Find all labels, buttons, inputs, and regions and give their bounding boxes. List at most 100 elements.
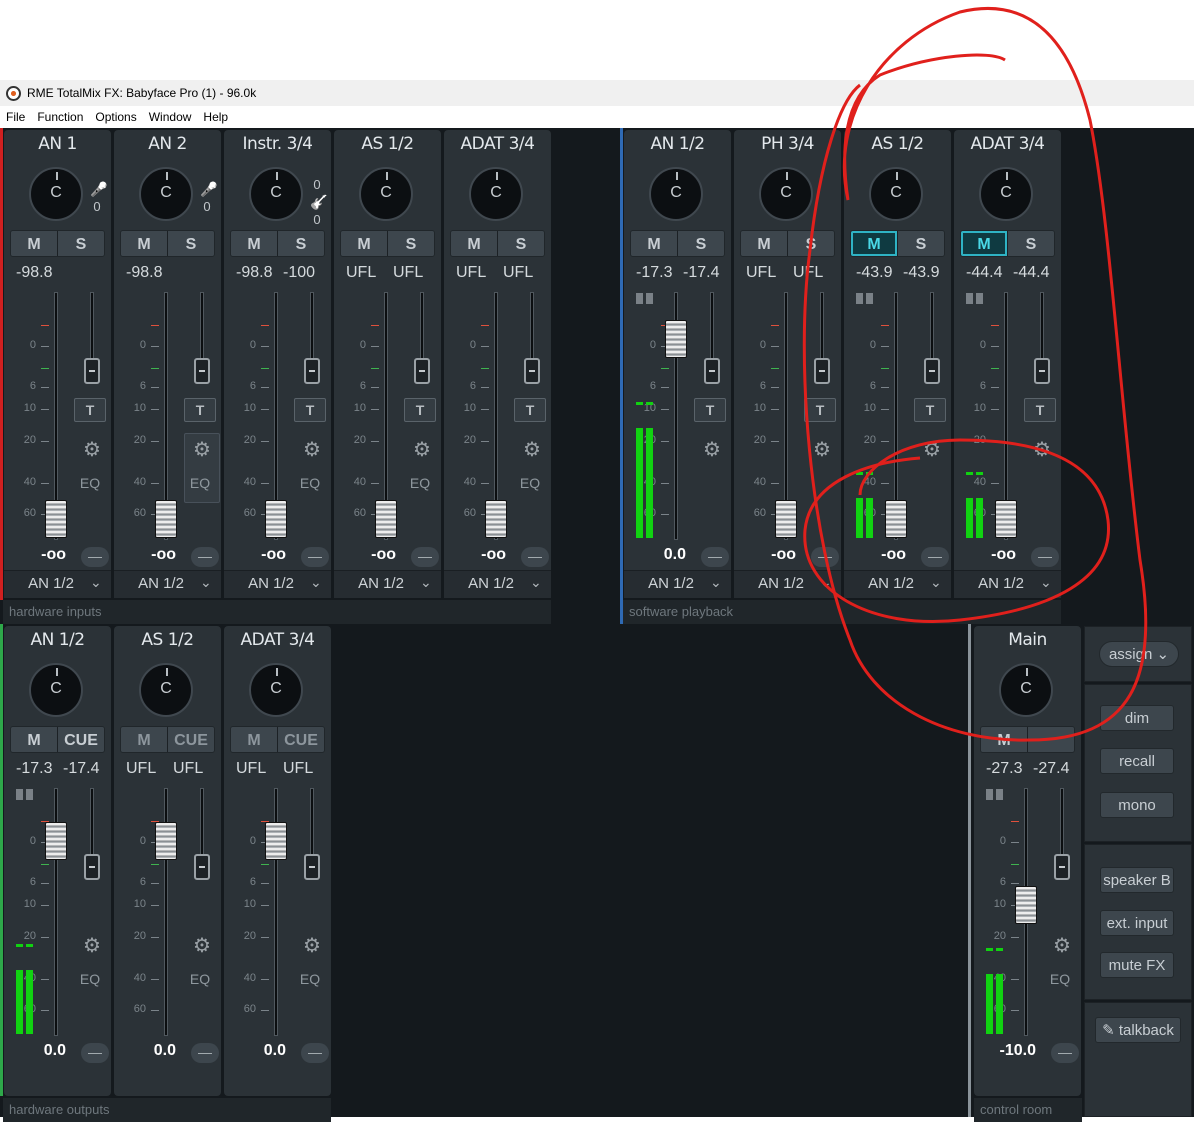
channel-source-indicator[interactable]: 🎤 0 xyxy=(200,178,217,213)
trim-fader-handle[interactable] xyxy=(1034,358,1050,384)
fx-send-toggle-button[interactable]: T xyxy=(184,398,216,422)
gear-icon[interactable]: ⚙ xyxy=(412,437,432,462)
volume-fader-handle[interactable] xyxy=(265,500,287,538)
channel-name[interactable]: AN 1 xyxy=(4,134,111,154)
channel-options-button[interactable]: — xyxy=(811,547,839,567)
channel-name[interactable]: AN 1/2 xyxy=(624,134,731,154)
mute-button[interactable]: M xyxy=(451,231,498,256)
mute-button[interactable]: M xyxy=(121,727,168,752)
channel-options-button[interactable]: — xyxy=(411,547,439,567)
solo-button[interactable]: S xyxy=(678,231,724,256)
channel-name[interactable]: AN 2 xyxy=(114,134,221,154)
cue-button[interactable]: CUE xyxy=(58,727,104,752)
channel-source-indicator[interactable]: 🎤 0 xyxy=(90,178,107,213)
volume-fader-handle[interactable] xyxy=(665,320,687,358)
gear-icon[interactable]: ⚙ xyxy=(192,933,212,958)
mute-button[interactable]: M xyxy=(851,231,898,256)
channel-options-button[interactable]: — xyxy=(701,547,729,567)
solo-button[interactable]: S xyxy=(498,231,544,256)
menu-function[interactable]: Function xyxy=(31,110,89,124)
eq-button[interactable]: EQ xyxy=(74,971,106,987)
channel-options-button[interactable]: — xyxy=(191,547,219,567)
solo-button[interactable]: S xyxy=(898,231,944,256)
pan-knob[interactable]: C xyxy=(139,663,193,717)
trim-fader-handle[interactable] xyxy=(924,358,940,384)
mute-button[interactable]: M xyxy=(11,727,58,752)
solo-button[interactable]: S xyxy=(278,231,324,256)
gear-icon[interactable]: ⚙ xyxy=(82,437,102,462)
volume-fader-handle[interactable] xyxy=(45,822,67,860)
routing-selector[interactable]: AN 1/2 ⌄ xyxy=(444,570,551,598)
volume-fader-handle[interactable] xyxy=(265,822,287,860)
volume-fader-handle[interactable] xyxy=(775,500,797,538)
talkback-button[interactable]: ✎ talkback xyxy=(1095,1017,1181,1043)
eq-button[interactable]: EQ xyxy=(294,475,326,491)
channel-options-button[interactable]: — xyxy=(301,1043,329,1063)
volume-fader-handle[interactable] xyxy=(155,500,177,538)
volume-fader-handle[interactable] xyxy=(995,500,1017,538)
routing-selector[interactable]: AN 1/2 ⌄ xyxy=(4,570,111,598)
trim-fader-handle[interactable] xyxy=(194,358,210,384)
mute-button[interactable]: M xyxy=(341,231,388,256)
menu-window[interactable]: Window xyxy=(143,110,198,124)
gear-icon[interactable]: ⚙ xyxy=(812,437,832,462)
gear-icon[interactable]: ⚙ xyxy=(522,437,542,462)
ext-input-button[interactable]: ext. input xyxy=(1100,910,1174,936)
fx-send-toggle-button[interactable]: T xyxy=(804,398,836,422)
channel-options-button[interactable]: — xyxy=(301,547,329,567)
eq-button[interactable]: EQ xyxy=(184,475,216,491)
channel-options-button[interactable]: — xyxy=(1031,547,1059,567)
routing-selector[interactable]: AN 1/2 ⌄ xyxy=(954,570,1061,598)
gear-icon[interactable]: ⚙ xyxy=(702,437,722,462)
trim-fader-handle[interactable] xyxy=(704,358,720,384)
mute-button[interactable]: M xyxy=(981,727,1028,752)
pan-knob[interactable]: C xyxy=(759,167,813,221)
channel-name[interactable]: Main xyxy=(974,630,1081,650)
trim-fader-handle[interactable] xyxy=(1054,854,1070,880)
pan-knob[interactable]: C xyxy=(999,663,1053,717)
channel-name[interactable]: ADAT 3/4 xyxy=(224,630,331,650)
trim-fader-handle[interactable] xyxy=(194,854,210,880)
volume-fader-handle[interactable] xyxy=(885,500,907,538)
trim-fader-handle[interactable] xyxy=(84,358,100,384)
volume-fader-handle[interactable] xyxy=(375,500,397,538)
fx-send-toggle-button[interactable]: T xyxy=(294,398,326,422)
fx-send-toggle-button[interactable]: T xyxy=(694,398,726,422)
routing-selector[interactable]: AN 1/2 ⌄ xyxy=(114,570,221,598)
gear-icon[interactable]: ⚙ xyxy=(302,437,322,462)
trim-fader-handle[interactable] xyxy=(414,358,430,384)
fx-send-toggle-button[interactable]: T xyxy=(404,398,436,422)
gear-icon[interactable]: ⚙ xyxy=(302,933,322,958)
trim-fader-handle[interactable] xyxy=(304,358,320,384)
eq-button[interactable]: EQ xyxy=(514,475,546,491)
channel-name[interactable]: PH 3/4 xyxy=(734,134,841,154)
solo-button[interactable]: S xyxy=(788,231,834,256)
channel-options-button[interactable]: — xyxy=(1051,1043,1079,1063)
mute-button[interactable]: M xyxy=(961,231,1008,256)
trim-fader-handle[interactable] xyxy=(814,358,830,384)
volume-fader-handle[interactable] xyxy=(485,500,507,538)
channel-source-indicator[interactable]: 0 🎸 0 xyxy=(310,178,327,226)
trim-fader-handle[interactable] xyxy=(304,854,320,880)
channel-options-button[interactable]: — xyxy=(191,1043,219,1063)
channel-name[interactable]: AS 1/2 xyxy=(114,630,221,650)
pan-knob[interactable]: C xyxy=(249,663,303,717)
channel-name[interactable]: AS 1/2 xyxy=(334,134,441,154)
mute-button[interactable]: M xyxy=(631,231,678,256)
mute-button[interactable]: M xyxy=(741,231,788,256)
pan-knob[interactable]: C xyxy=(249,167,303,221)
channel-options-button[interactable]: — xyxy=(81,547,109,567)
cue-button[interactable]: CUE xyxy=(168,727,214,752)
cue-button[interactable]: CUE xyxy=(278,727,324,752)
pan-knob[interactable]: C xyxy=(359,167,413,221)
fx-send-toggle-button[interactable]: T xyxy=(514,398,546,422)
volume-fader-handle[interactable] xyxy=(1015,886,1037,924)
assign-dropdown[interactable]: assign ⌄ xyxy=(1099,641,1179,667)
mute-button[interactable]: M xyxy=(121,231,168,256)
volume-fader-handle[interactable] xyxy=(45,500,67,538)
channel-name[interactable]: Instr. 3/4 xyxy=(224,134,331,154)
routing-selector[interactable]: AN 1/2 ⌄ xyxy=(624,570,731,598)
mute-button[interactable]: M xyxy=(231,727,278,752)
mute-button[interactable]: M xyxy=(231,231,278,256)
pan-knob[interactable]: C xyxy=(139,167,193,221)
